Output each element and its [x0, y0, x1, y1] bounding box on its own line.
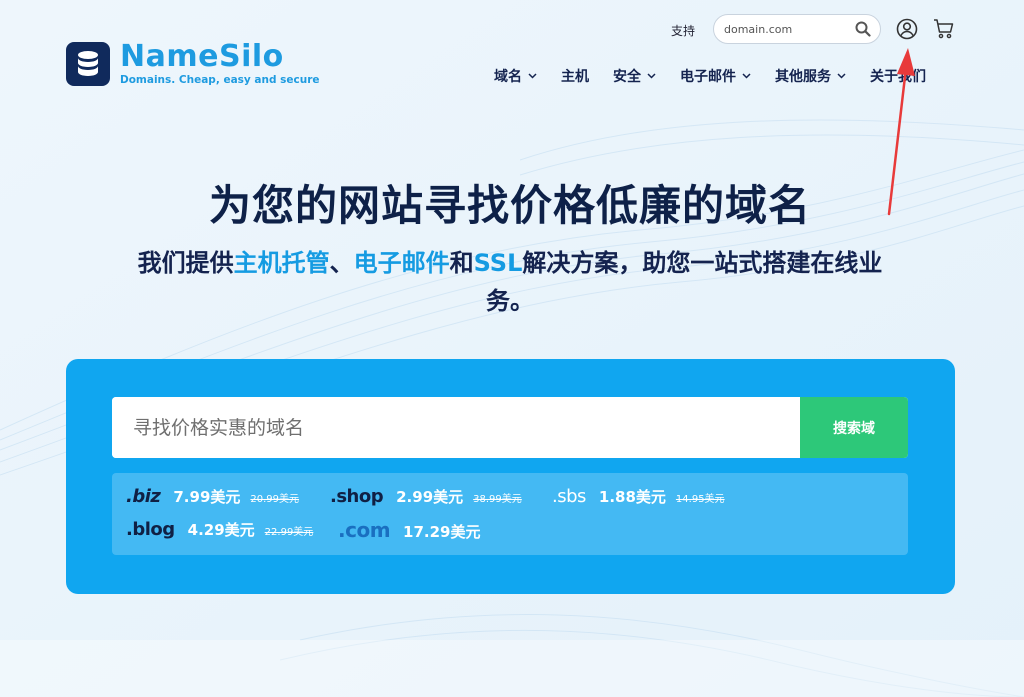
nav-item-other-services[interactable]: 其他服务: [775, 66, 846, 86]
tld-logo-shop: .shop: [330, 486, 384, 507]
database-logo-icon: [66, 41, 110, 86]
tld-price-item[interactable]: .blog 4.29美元 22.99美元: [126, 519, 313, 540]
hero-sub-text-1: 我们提供: [137, 249, 234, 277]
tld-price: 2.99美元: [396, 488, 464, 506]
main-nav: 域名 主机 安全 电子邮件 其他服务 关于我们: [494, 66, 926, 86]
tld-price: 17.29美元: [403, 523, 481, 541]
header-search-input[interactable]: [724, 22, 844, 36]
tld-old-price: 20.99美元: [250, 494, 300, 505]
tld-price: 1.88美元: [598, 488, 666, 506]
hero-link-email[interactable]: 电子邮件: [354, 249, 450, 277]
domain-search-bar: 搜索域: [112, 397, 908, 458]
tld-price-list: .biz 7.99美元 20.99美元 .shop 2.99美元 38.99美元…: [112, 473, 908, 555]
tld-price: 4.29美元: [187, 521, 255, 539]
brand-name: NameSilo: [120, 39, 284, 74]
tld-logo-com: .com: [338, 518, 391, 542]
nav-item-security[interactable]: 安全: [613, 66, 656, 86]
hero-link-ssl[interactable]: SSL: [474, 249, 523, 277]
hero-sub-text-3: 和: [449, 249, 474, 277]
hero-sub-text-4: 解决方案，助您一站式搭建在线业务。: [486, 249, 883, 315]
hero-subtitle: 我们提供主机托管、电子邮件和SSL解决方案，助您一站式搭建在线业务。: [130, 244, 890, 320]
tld-old-price: 14.95美元: [675, 494, 725, 505]
hero-link-hosting[interactable]: 主机托管: [234, 249, 330, 277]
support-link[interactable]: 支持: [671, 22, 695, 39]
domain-search-panel: 搜索域 .biz 7.99美元 20.99美元 .shop 2.99美元 38.…: [66, 359, 955, 594]
nav-item-hosting[interactable]: 主机: [561, 66, 589, 86]
nav-item-email[interactable]: 电子邮件: [680, 66, 751, 86]
tld-logo-biz: .biz: [126, 486, 161, 507]
brand-tagline: Domains. Cheap, easy and secure: [120, 74, 320, 86]
tld-price-item[interactable]: .biz 7.99美元 20.99美元: [126, 486, 299, 507]
hero-sub-text-2: 、: [329, 249, 354, 277]
tld-logo-blog: .blog: [126, 519, 175, 540]
domain-search-input[interactable]: [112, 397, 800, 458]
hero-title: 为您的网站寻找价格低廉的域名: [208, 181, 811, 230]
namesilo-logo[interactable]: NameSilo Domains. Cheap, easy and secure: [66, 41, 320, 86]
search-icon[interactable]: [855, 21, 871, 41]
search-domain-button[interactable]: 搜索域: [800, 397, 908, 458]
tld-price-item[interactable]: .com 17.29美元: [338, 518, 491, 542]
tld-old-price: 38.99美元: [473, 494, 522, 505]
tld-price: 7.99美元: [173, 488, 241, 506]
tld-price-item[interactable]: .shop 2.99美元 38.99美元: [330, 486, 522, 507]
chevron-down-icon: [528, 73, 537, 79]
tld-price-item[interactable]: .sbs 1.88美元 14.95美元: [552, 486, 725, 507]
tld-logo-sbs: .sbs: [552, 486, 586, 507]
tld-old-price: 22.99美元: [264, 527, 314, 538]
chevron-down-icon: [742, 73, 751, 79]
chevron-down-icon: [837, 73, 846, 79]
header-domain-search: [713, 14, 881, 44]
chevron-down-icon: [647, 73, 656, 79]
cart-icon[interactable]: [933, 18, 955, 44]
nav-item-domains[interactable]: 域名: [494, 66, 537, 86]
